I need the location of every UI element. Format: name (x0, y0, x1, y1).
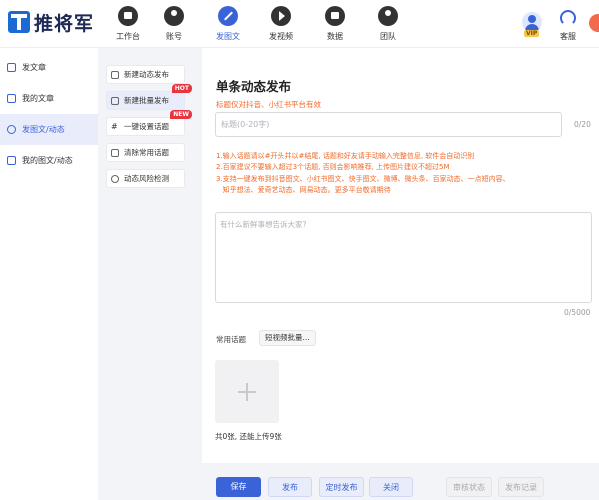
audit-status-button[interactable]: 审核状态 (446, 477, 492, 497)
submenu-label: 清除常用话题 (124, 148, 169, 157)
send-icon (7, 63, 16, 72)
customer-service-button[interactable]: 客服 (556, 8, 580, 42)
title-input[interactable] (215, 112, 562, 137)
hot-badge: HOT (171, 84, 192, 93)
publish-button[interactable]: 发布 (268, 477, 312, 497)
submenu-label: 新建动态发布 (124, 70, 169, 79)
service-label: 客服 (560, 32, 576, 41)
headset-icon (560, 10, 576, 26)
nav-team[interactable]: 团队 (366, 4, 410, 46)
content-textarea[interactable] (215, 212, 592, 303)
nav-data[interactable]: 数据 (313, 4, 357, 46)
app-logo[interactable]: 推将军 (8, 9, 94, 35)
team-icon (378, 6, 398, 26)
close-button[interactable]: 关闭 (369, 477, 413, 497)
main-panel: 单条动态发布 标题仅对抖音、小红书平台有效 0/20 1.输入话题请以#开头并以… (202, 48, 599, 463)
footer-actions: 保存 发布 定时发布 关闭 审核状态 发布记录 (202, 463, 599, 500)
nav-label: 工作台 (116, 32, 140, 41)
check-circle-icon (111, 174, 119, 183)
upload-count: 共0张, 还能上传9张 (215, 432, 282, 441)
nav-workbench[interactable]: 工作台 (106, 4, 150, 46)
sidebar-item-label: 发图文/动态 (22, 125, 65, 134)
submenu-label: 一键设置话题 (124, 122, 169, 131)
sidebar-item-post-image-text[interactable]: 发图文/动态 (0, 114, 98, 145)
edit-icon (111, 70, 119, 79)
nav-post-video[interactable]: 发视频 (259, 4, 303, 46)
monitor-icon (118, 6, 138, 26)
submenu-risk-check[interactable]: 动态风险检测 (106, 169, 185, 188)
title-note: 标题仅对抖音、小红书平台有效 (216, 100, 321, 109)
sidebar-item-my-articles[interactable]: 我的文章 (0, 83, 98, 114)
sidebar-item-label: 我的图文/动态 (22, 156, 73, 165)
chart-icon (325, 6, 345, 26)
nav-label: 团队 (380, 32, 396, 41)
topics-label: 常用话题 (216, 335, 246, 344)
sidebar: 发文章 我的文章 发图文/动态 我的图文/动态 (0, 48, 98, 500)
submenu-label: 动态风险检测 (124, 174, 169, 183)
submenu: 新建动态发布 新建批量发布 HOT # 一键设置话题 NEW 清除常用话题 动态… (98, 48, 198, 463)
logo-icon (8, 11, 30, 33)
nav-label: 发视频 (269, 32, 293, 41)
image-upload-button[interactable] (215, 360, 279, 423)
submenu-label: 新建批量发布 (124, 96, 169, 105)
batch-icon (111, 96, 119, 105)
page-title: 单条动态发布 (216, 79, 292, 94)
schedule-publish-button[interactable]: 定时发布 (319, 477, 364, 497)
submenu-new-post[interactable]: 新建动态发布 (106, 65, 185, 84)
sidebar-item-post-article[interactable]: 发文章 (0, 52, 98, 83)
content-counter: 0/5000 (564, 308, 591, 317)
new-badge: NEW (170, 110, 192, 119)
nav-account[interactable]: 账号 (152, 4, 196, 46)
target-icon (7, 125, 16, 134)
tip-line: 3.支持一键发布到抖音图文、小红书图文、快手图文、微博、微头条、百家动态、一点短… (216, 174, 510, 183)
play-icon (271, 6, 291, 26)
user-icon (164, 6, 184, 26)
nav-label: 发图文 (216, 32, 240, 41)
vip-badge: VIP (524, 30, 540, 37)
nav-post-image-text[interactable]: 发图文 (206, 4, 250, 50)
hash-icon: # (111, 121, 118, 131)
tips-block: 1.输入话题请以#开头并以#结尾, 话题和好友请手动输入完整信息, 软件会自动识… (216, 151, 586, 196)
tip-line: 1.输入话题请以#开头并以#结尾, 话题和好友请手动输入完整信息, 软件会自动识… (216, 152, 475, 160)
title-counter: 0/20 (574, 120, 591, 129)
notification-icon[interactable] (589, 14, 599, 32)
top-navbar: 推将军 工作台 账号 发图文 发视频 数据 团队 VIP 客服 (0, 0, 599, 50)
submenu-set-topics[interactable]: # 一键设置话题 NEW (106, 110, 192, 136)
nav-label: 账号 (166, 32, 182, 41)
nav-label: 数据 (327, 32, 343, 41)
topic-chip[interactable]: 短视频批量... (259, 330, 316, 346)
submenu-batch-post[interactable]: 新建批量发布 HOT (106, 84, 192, 110)
logo-text: 推将军 (34, 12, 95, 35)
sidebar-item-label: 我的文章 (22, 94, 54, 103)
avatar[interactable] (522, 12, 542, 32)
pen-icon (218, 6, 238, 26)
tip-line: 知乎想法、爱奇艺动态、网易动态。更多平台敬请期待 (216, 185, 391, 194)
list-icon (7, 156, 16, 165)
publish-records-button[interactable]: 发布记录 (498, 477, 544, 497)
eraser-icon (111, 148, 119, 157)
sidebar-item-label: 发文章 (22, 63, 46, 72)
tip-line: 2.百家建议不要输入超过3个话题, 否则会影响推荐, 上传图片建议不超过5M (216, 163, 450, 172)
save-button[interactable]: 保存 (216, 477, 261, 497)
submenu-clear-topics[interactable]: 清除常用话题 (106, 143, 185, 162)
document-icon (7, 94, 16, 103)
sidebar-item-my-image-text[interactable]: 我的图文/动态 (0, 145, 98, 176)
